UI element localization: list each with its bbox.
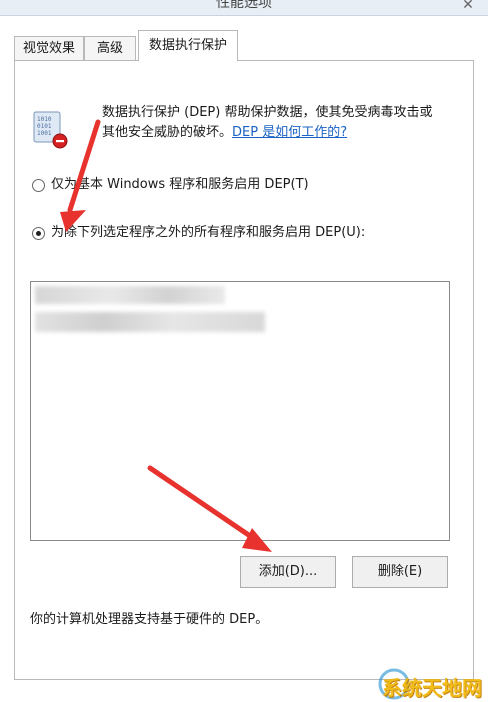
svg-text:1001: 1001	[37, 130, 52, 137]
tab-dep[interactable]: 数据执行保护	[138, 30, 238, 61]
svg-text:1010: 1010	[37, 116, 52, 123]
description-line-2: 其他安全威胁的破坏。	[102, 125, 233, 140]
radio-all-except[interactable]: 为除下列选定程序之外的所有程序和服务启用 DEP(U):	[32, 224, 365, 242]
close-button[interactable]: ✕	[456, 0, 480, 14]
radio-basic-only[interactable]: 仅为基本 Windows 程序和服务启用 DEP(T)	[32, 176, 309, 194]
svg-text:0101: 0101	[37, 123, 52, 130]
radio-button-selected[interactable]	[32, 226, 45, 240]
radio-label-basic: 仅为基本 Windows 程序和服务启用 DEP(T)	[51, 177, 309, 192]
list-item[interactable]	[35, 286, 225, 304]
tab-visual-effects[interactable]: 视觉效果	[14, 36, 84, 61]
watermark-text: 系统天地网	[382, 676, 482, 700]
dep-help-link[interactable]: DEP 是如何工作的?	[232, 125, 347, 140]
dep-description: 数据执行保护 (DEP) 帮助保护数据，使其免受病毒攻击或 其他安全威胁的破坏。…	[102, 103, 472, 143]
description-line-1: 数据执行保护 (DEP) 帮助保护数据，使其免受病毒攻击或	[102, 105, 433, 120]
site-watermark: 系统天地网	[370, 666, 488, 702]
program-listbox[interactable]	[30, 281, 450, 541]
hardware-support-note: 你的计算机处理器支持基于硬件的 DEP。	[30, 612, 269, 627]
dep-shield-icon: 1010 0101 1001	[28, 110, 70, 150]
radio-button[interactable]	[32, 178, 45, 192]
tab-advanced[interactable]: 高级	[84, 36, 136, 61]
list-item[interactable]	[35, 312, 265, 332]
add-button[interactable]: 添加(D)...	[240, 556, 336, 588]
radio-label-all-except: 为除下列选定程序之外的所有程序和服务启用 DEP(U):	[51, 225, 366, 240]
window-title: 性能选项	[216, 0, 272, 11]
title-bar: 性能选项 ✕	[0, 0, 488, 16]
remove-button[interactable]: 删除(E)	[352, 556, 448, 588]
